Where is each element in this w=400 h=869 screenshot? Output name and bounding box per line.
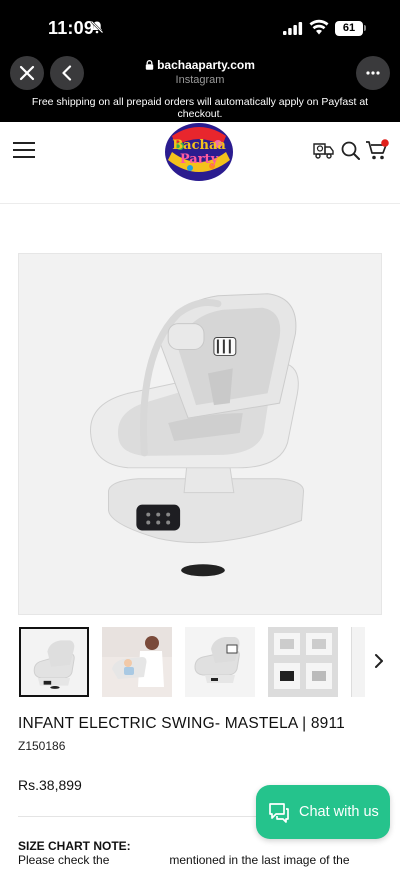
close-browser-button[interactable] xyxy=(10,56,44,90)
url-display[interactable]: bachaaparty.com Instagram xyxy=(120,58,280,86)
cart-icon[interactable] xyxy=(365,139,389,161)
product-sku: Z150186 xyxy=(18,739,66,753)
size-chart-text-start: Please check the xyxy=(18,853,110,867)
product-price: Rs.38,899 xyxy=(18,777,82,793)
battery-level: 61 xyxy=(335,21,363,36)
cellular-signal-icon xyxy=(283,22,303,35)
close-icon xyxy=(19,65,35,81)
baby-swing-image xyxy=(19,254,381,614)
url-source: Instagram xyxy=(175,74,225,86)
chevron-right-icon[interactable] xyxy=(372,653,386,669)
thumbnail-1[interactable] xyxy=(19,627,89,697)
product-title: INFANT ELECTRIC SWING- MASTELA | 8911 xyxy=(18,715,345,732)
ellipsis-icon xyxy=(366,71,380,75)
announcement-bar: Free shipping on all prepaid orders will… xyxy=(0,96,400,122)
status-bar: 11:09 61 xyxy=(0,0,400,52)
battery-tip xyxy=(364,25,366,31)
thumbnail-5-partial[interactable] xyxy=(351,627,365,697)
size-chart-text: Please check the mentioned in the last im… xyxy=(18,853,388,867)
site-header: Bachaa Party xyxy=(0,122,400,204)
search-icon[interactable] xyxy=(341,141,360,160)
size-chart-title: SIZE CHART NOTE: xyxy=(18,839,131,853)
svg-text:Bachaa: Bachaa xyxy=(172,138,226,153)
cart-badge xyxy=(381,139,389,147)
lock-icon xyxy=(145,60,154,70)
thumbnail-2[interactable] xyxy=(102,627,172,697)
thumbnail-swing-angle-image xyxy=(185,627,255,697)
thumbnail-4[interactable] xyxy=(268,627,338,697)
back-button[interactable] xyxy=(50,56,84,90)
chat-bubble-icon xyxy=(269,803,289,823)
thumbnail-features-image xyxy=(268,627,338,697)
thumbnail-strip xyxy=(18,627,398,699)
status-time: 11:09 xyxy=(48,18,95,38)
thumbnail-swing-image xyxy=(21,629,87,695)
more-options-button[interactable] xyxy=(356,56,390,90)
size-chart-text-end: mentioned in the last image of the xyxy=(169,853,350,867)
browser-bar: bachaaparty.com Instagram xyxy=(0,52,400,96)
silent-bell-icon xyxy=(90,20,104,34)
bachaa-party-logo[interactable]: Bachaa Party xyxy=(160,122,238,184)
thumbnail-3[interactable] xyxy=(185,627,255,697)
product-main-image[interactable] xyxy=(18,253,382,615)
svg-text:Party: Party xyxy=(180,152,219,167)
hamburger-menu-icon[interactable] xyxy=(13,142,35,158)
url-domain: bachaaparty.com xyxy=(157,58,255,72)
chevron-left-icon xyxy=(62,65,72,81)
chat-with-us-button[interactable]: Chat with us xyxy=(256,785,390,839)
chat-label: Chat with us xyxy=(299,804,379,820)
delivery-truck-icon[interactable] xyxy=(313,140,335,160)
thumbnail-mother-baby-image xyxy=(102,627,172,697)
wifi-icon xyxy=(309,19,329,35)
